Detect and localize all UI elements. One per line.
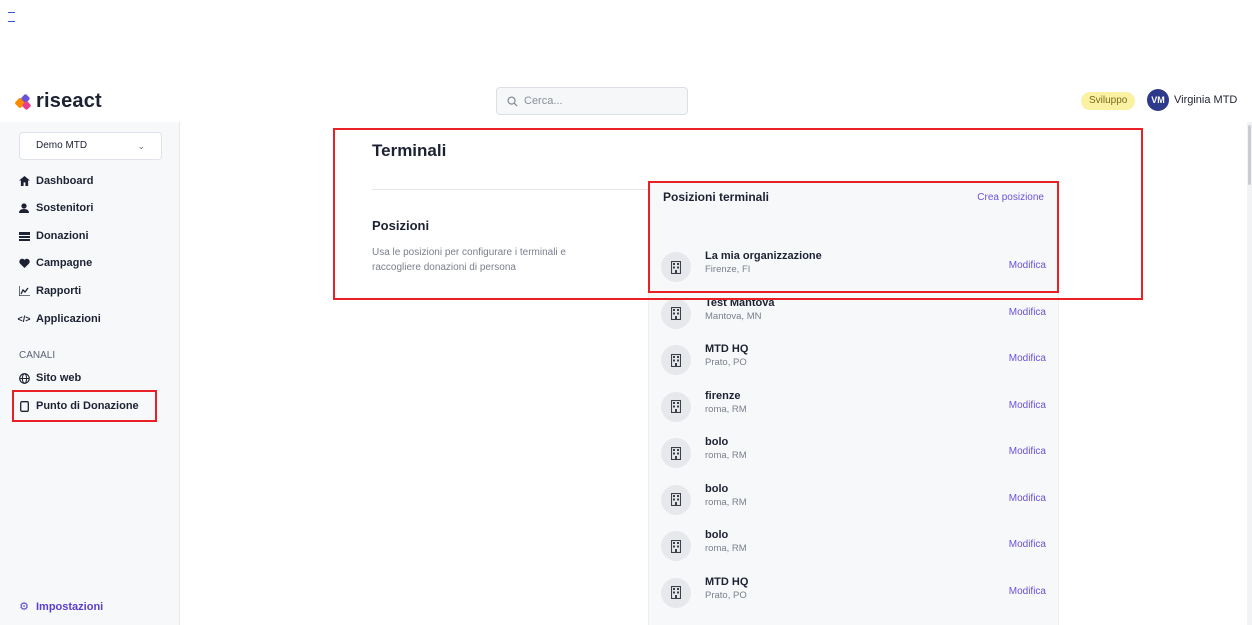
location-row: bolo roma, RM Modifica	[649, 525, 1060, 571]
code-icon: </>	[17, 314, 31, 324]
top-corner-mark	[8, 4, 17, 28]
globe-icon	[18, 372, 30, 384]
location-city: Mantova, MN	[705, 310, 762, 322]
sidebar-item-donazioni[interactable]: Donazioni	[18, 230, 89, 242]
building-icon	[661, 391, 691, 422]
building-icon	[661, 298, 691, 329]
location-row: MTD HQ Prato, PO Modifica	[649, 339, 1060, 385]
sidebar-item-label: Sito web	[36, 372, 82, 384]
search-input[interactable]: Cerca...	[496, 87, 688, 115]
chevron-down-icon: ⌄	[137, 141, 145, 151]
location-name: bolo	[705, 529, 729, 541]
sidebar-item-label: Donazioni	[36, 230, 89, 242]
edit-location-link[interactable]: Modifica	[1009, 586, 1046, 597]
location-name: bolo	[705, 436, 729, 448]
sidebar-item-label: Applicazioni	[36, 313, 101, 325]
money-icon	[18, 231, 30, 241]
location-name: Test Mantova	[705, 296, 775, 309]
gear-icon: ⚙	[19, 601, 29, 613]
brand-name: riseact	[36, 90, 102, 112]
location-name: La mia organizzazione	[705, 250, 822, 262]
edit-location-link[interactable]: Modifica	[1009, 539, 1046, 550]
sidebar-item-label: Impostazioni	[36, 600, 104, 613]
location-row: bolo roma, RM Modifica	[649, 479, 1060, 525]
sidebar-item-rapporti[interactable]: Rapporti	[18, 285, 81, 297]
user-icon	[18, 203, 30, 213]
create-location-link[interactable]: Crea posizione	[977, 192, 1044, 203]
location-name: MTD HQ	[705, 575, 749, 588]
sidebar-item-label: Sostenitori	[36, 202, 94, 214]
organization-name: Demo MTD	[36, 140, 88, 151]
avatar[interactable]: VM	[1147, 89, 1169, 111]
building-icon	[661, 577, 691, 608]
location-city: roma, RM	[705, 543, 747, 554]
location-row: MTD HQ Prato, PO Modifica	[649, 572, 1060, 618]
location-city: roma, RM	[705, 403, 747, 415]
building-icon	[661, 484, 691, 515]
locations-panel: Posizioni terminali Crea posizione La mi…	[648, 181, 1059, 625]
logo-icon	[14, 93, 32, 110]
home-icon	[18, 176, 30, 186]
location-city: Firenze, FI	[705, 264, 751, 275]
channels-section-label: CANALI	[19, 350, 56, 361]
location-name: MTD HQ	[705, 343, 749, 355]
tablet-icon	[18, 400, 30, 412]
building-icon	[661, 531, 691, 561]
organization-select[interactable]: Demo MTD ⌄	[19, 132, 162, 160]
page-title: Terminali	[372, 141, 447, 160]
sidebar-item-label: Punto di Donazione	[36, 400, 139, 412]
top-header: riseact Cerca... Sviluppo VM Virginia MT…	[0, 82, 1252, 122]
sidebar-item-punto-di-donazione[interactable]: Punto di Donazione	[18, 400, 139, 412]
search-placeholder: Cerca...	[524, 95, 563, 107]
sidebar-item-label: Dashboard	[36, 175, 94, 187]
edit-location-link[interactable]: Modifica	[1009, 446, 1046, 457]
building-icon	[661, 252, 691, 282]
location-row: Test Mantova Mantova, MN Modifica	[649, 293, 1060, 339]
scrollbar-thumb[interactable]	[1248, 125, 1251, 185]
environment-badge: Sviluppo	[1081, 92, 1136, 110]
sidebar-item-impostazioni[interactable]: ⚙ Impostazioni	[18, 600, 104, 614]
search-icon	[507, 95, 518, 107]
sidebar-item-label: Rapporti	[36, 285, 82, 297]
chart-icon	[18, 286, 30, 296]
location-row: firenze roma, RM Modifica	[649, 386, 1060, 432]
sidebar-item-sostenitori[interactable]: Sostenitori	[18, 202, 93, 214]
sidebar-item-campagne[interactable]: Campagne	[18, 257, 92, 269]
location-city: roma, RM	[705, 496, 747, 508]
sidebar-item-sito-web[interactable]: Sito web	[18, 372, 81, 384]
location-city: Prato, PO	[705, 357, 747, 368]
building-icon	[661, 345, 691, 375]
edit-location-link[interactable]: Modifica	[1009, 260, 1046, 271]
edit-location-link[interactable]: Modifica	[1009, 307, 1046, 318]
scrollbar-track[interactable]	[1247, 122, 1252, 625]
section-description: Usa le posizioni per configurare i termi…	[372, 247, 566, 273]
edit-location-link[interactable]: Modifica	[1009, 493, 1046, 504]
location-name: bolo	[705, 482, 729, 495]
sidebar-item-label: Campagne	[36, 257, 93, 269]
logo[interactable]: riseact	[14, 90, 102, 113]
location-city: Prato, PO	[705, 589, 747, 601]
user-name[interactable]: Virginia MTD	[1174, 94, 1237, 106]
edit-location-link[interactable]: Modifica	[1009, 400, 1046, 411]
location-name: firenze	[705, 389, 741, 402]
location-row: La mia organizzazione Firenze, FI Modifica	[649, 246, 1060, 292]
section-title: Posizioni	[372, 218, 430, 233]
panel-title: Posizioni terminali	[663, 190, 770, 204]
sidebar-item-applicazioni[interactable]: </> Applicazioni	[18, 313, 101, 325]
edit-location-link[interactable]: Modifica	[1009, 353, 1046, 364]
sidebar: Demo MTD ⌄ Dashboard Sostenitori Donazio…	[0, 122, 180, 625]
building-icon	[661, 438, 691, 468]
heart-icon	[18, 258, 30, 268]
sidebar-item-dashboard[interactable]: Dashboard	[18, 175, 93, 187]
location-row: bolo roma, RM Modifica	[649, 432, 1060, 478]
location-city: roma, RM	[705, 450, 747, 461]
